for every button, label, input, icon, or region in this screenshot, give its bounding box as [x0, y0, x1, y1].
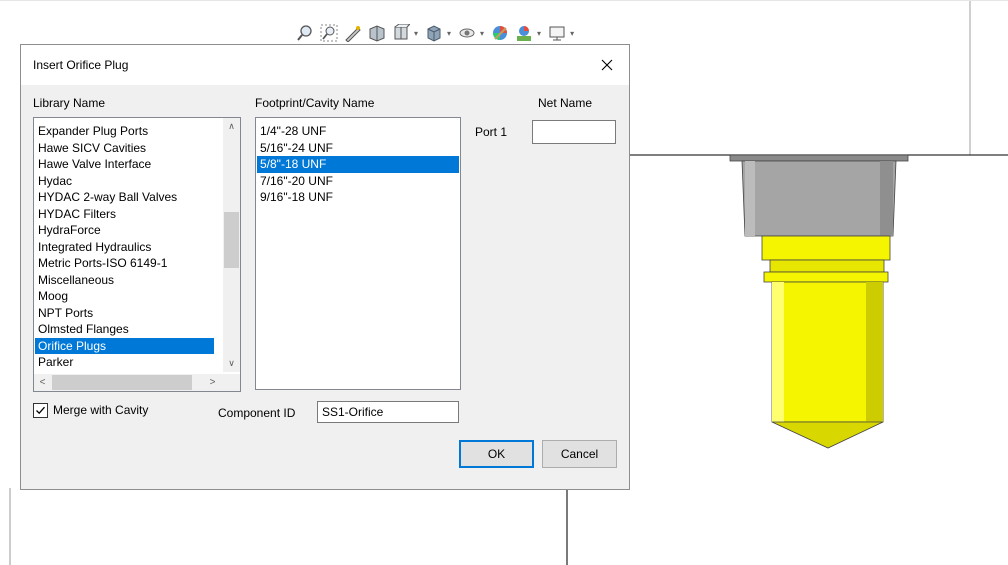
library-list-item[interactable]: Hydac — [35, 173, 214, 190]
component-id-input[interactable]: SS1-Orifice — [317, 401, 459, 423]
footprint-list-item[interactable]: 7/16"-20 UNF — [257, 173, 459, 190]
library-list-item[interactable]: Parker — [35, 354, 214, 370]
library-list-item[interactable]: HYDAC 2-way Ball Valves — [35, 189, 214, 206]
footprint-list-item[interactable]: 5/8"-18 UNF — [257, 156, 459, 173]
library-horizontal-scrollbar[interactable]: < > — [34, 374, 223, 391]
scroll-up-icon[interactable]: ∧ — [223, 118, 240, 135]
scroll-thumb[interactable] — [224, 212, 239, 268]
scroll-right-icon[interactable]: > — [204, 374, 221, 391]
footprint-items: 1/4"-28 UNF 5/16"-24 UNF 5/8"-18 UNF 7/16"-… — [257, 123, 459, 206]
footprint-list-item[interactable]: 5/16"-24 UNF — [257, 140, 459, 157]
library-items: Expander Plug Ports Hawe SICV Cavities Haw… — [35, 123, 214, 370]
net-name-label: Net Name — [538, 96, 593, 110]
library-list-item[interactable]: NPT Ports — [35, 305, 214, 322]
ok-button[interactable]: OK — [459, 440, 534, 468]
merge-with-cavity-checkbox[interactable] — [33, 403, 48, 418]
close-button[interactable] — [585, 45, 629, 85]
library-list-item[interactable]: HydraForce — [35, 222, 214, 239]
library-list-item[interactable]: Hawe Valve Interface — [35, 156, 214, 173]
library-list-item[interactable]: Metric Ports-ISO 6149-1 — [35, 255, 214, 272]
scroll-down-icon[interactable]: ∨ — [223, 355, 240, 372]
dialog-titlebar[interactable]: Insert Orifice Plug — [21, 45, 629, 85]
merge-with-cavity-label[interactable]: Merge with Cavity — [53, 403, 148, 417]
cancel-button[interactable]: Cancel — [542, 440, 617, 468]
library-list-item[interactable]: Orifice Plugs — [35, 337, 214, 354]
footprint-listbox[interactable]: 1/4"-28 UNF 5/16"-24 UNF 5/8"-18 UNF 7/16"-… — [255, 117, 461, 390]
footprint-list-item[interactable]: 1/4"-28 UNF — [257, 123, 459, 140]
library-list-item[interactable]: Miscellaneous — [35, 272, 214, 289]
library-name-label: Library Name — [33, 96, 106, 110]
footprint-list-item[interactable]: 9/16"-18 UNF — [257, 189, 459, 206]
checkmark-icon — [36, 406, 45, 415]
library-list-item[interactable]: Expander Plug Ports — [35, 123, 214, 140]
scroll-thumb-horizontal[interactable] — [52, 375, 192, 390]
orifice-plug-model — [729, 154, 909, 449]
dialog-title: Insert Orifice Plug — [33, 58, 129, 72]
footprint-name-label: Footprint/Cavity Name — [255, 96, 375, 110]
scroll-left-icon[interactable]: < — [34, 374, 51, 391]
insert-orifice-plug-dialog: Insert Orifice Plug Library Name Footpri… — [20, 44, 630, 490]
scrollbar-corner — [223, 374, 240, 391]
library-vertical-scrollbar[interactable]: ∧ ∨ — [223, 118, 240, 372]
net-name-input[interactable] — [532, 120, 616, 144]
library-list-item[interactable]: HYDAC Filters — [35, 206, 214, 223]
component-id-label: Component ID — [218, 406, 296, 420]
port-1-label: Port 1 — [475, 125, 508, 139]
library-list-item[interactable]: Integrated Hydraulics — [35, 239, 214, 256]
library-listbox[interactable]: Expander Plug Ports Hawe SICV Cavities Haw… — [33, 117, 241, 392]
library-list-item[interactable]: Moog — [35, 288, 214, 305]
library-list-item[interactable]: Hawe SICV Cavities — [35, 140, 214, 157]
close-icon — [601, 59, 613, 71]
library-list-item[interactable]: Olmsted Flanges — [35, 321, 214, 338]
